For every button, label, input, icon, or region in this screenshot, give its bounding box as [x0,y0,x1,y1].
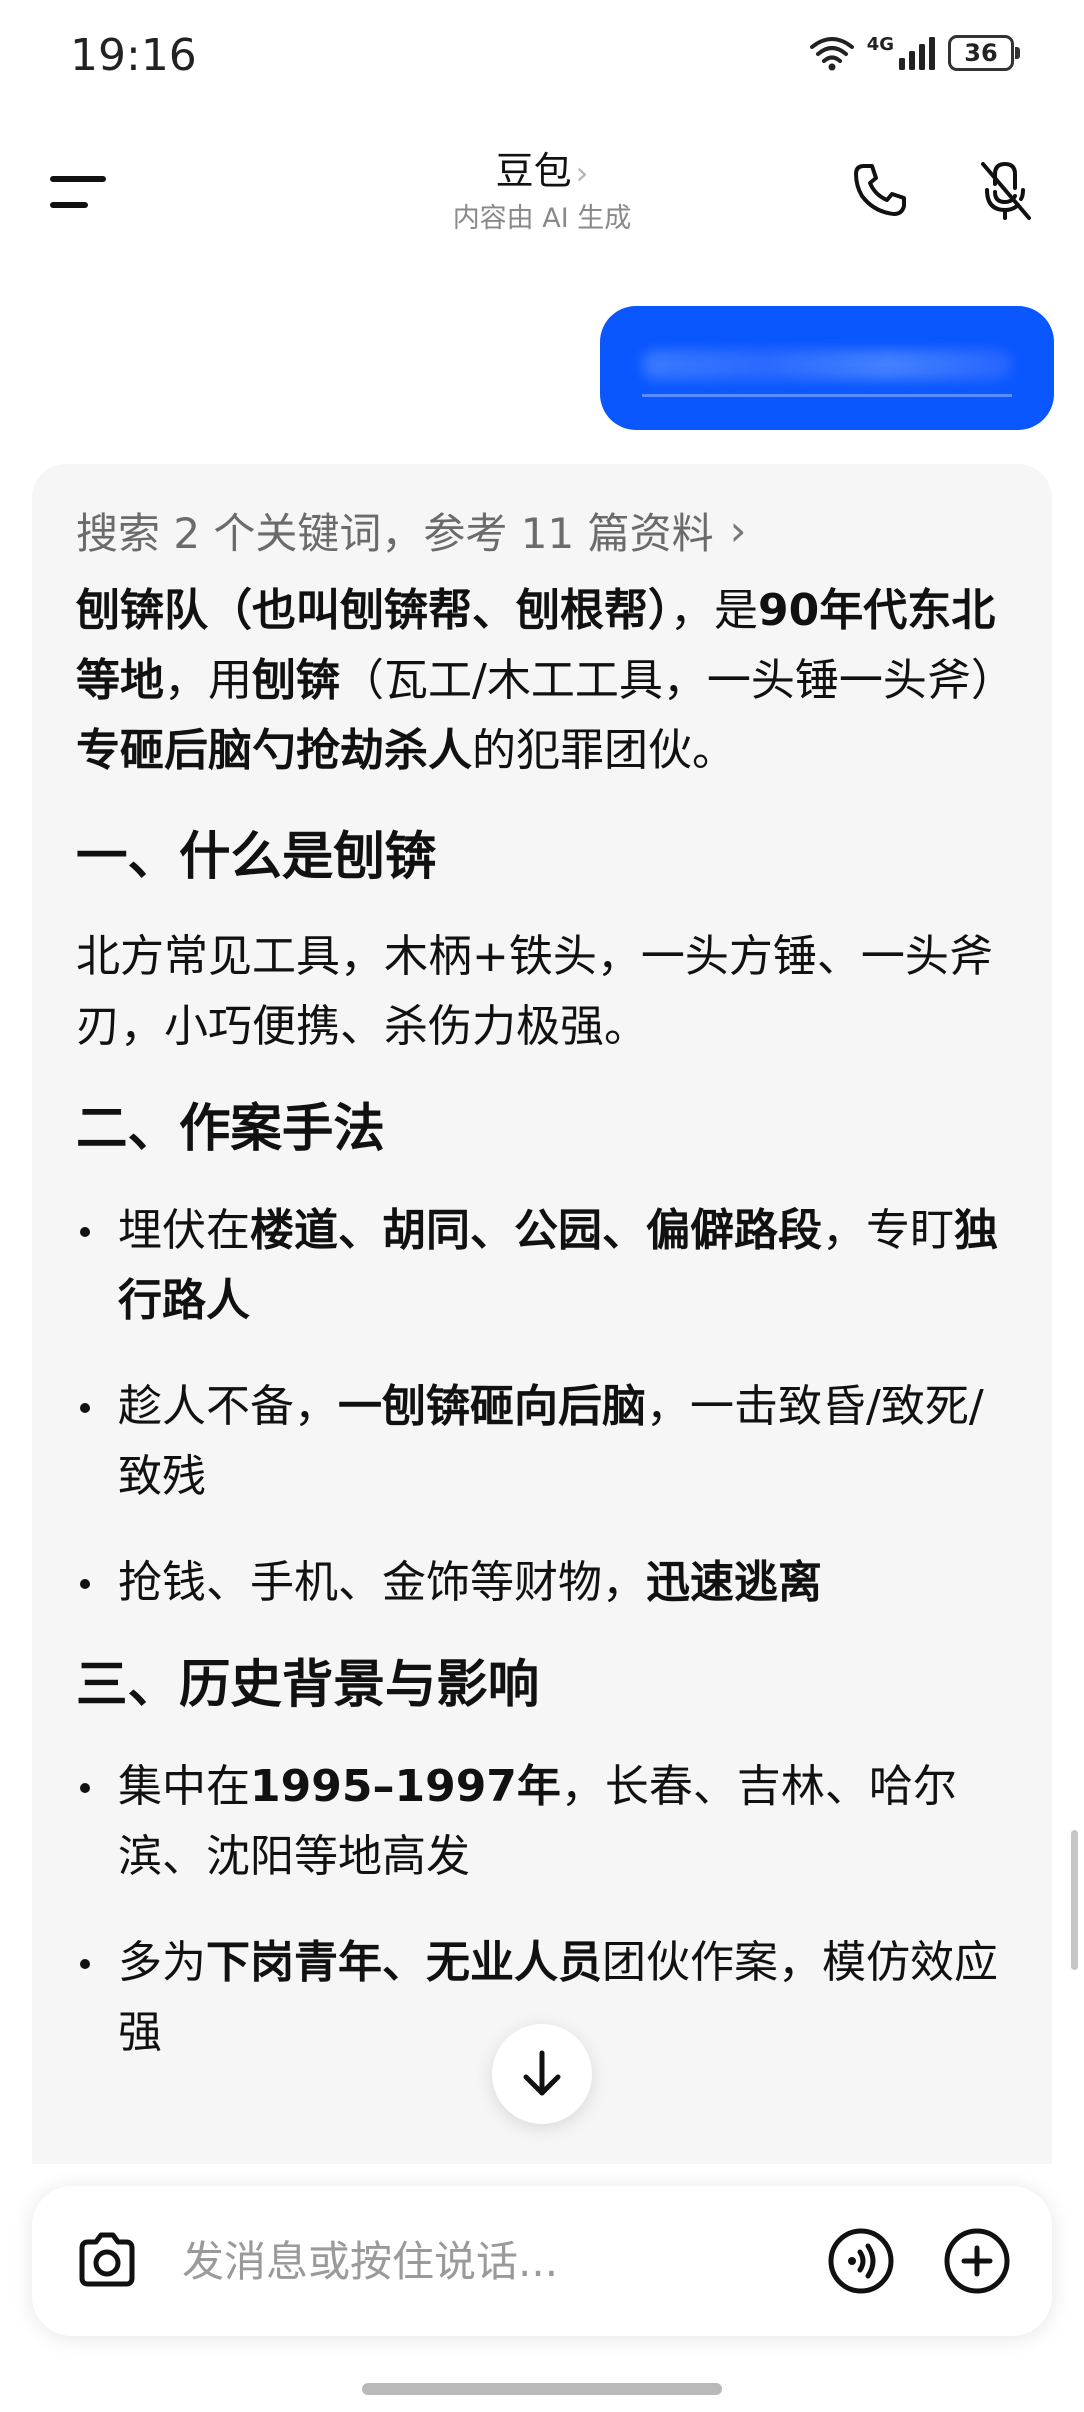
scroll-to-bottom-button[interactable] [492,2024,592,2124]
signal-icon [899,37,935,70]
chevron-right-icon: › [575,154,589,192]
list-item: 抢钱、手机、金饰等财物，迅速逃离 [76,1548,1022,1618]
battery-icon: 36 [948,35,1020,71]
rich-segment: 的犯罪团伙。 [472,725,736,776]
assistant-answer-card: 搜索 2 个关键词，参考 11 篇资料 › 刨锛队（也叫刨锛帮、刨根帮），是90… [32,464,1052,2164]
section-heading: 二、作案手法 [76,1099,385,1159]
section-paragraph: 北方常见工具，木柄+铁头，一头方锤、一头斧刃，小巧便携、杀伤力极强。 [76,931,993,1052]
rich-segment: ，是 [670,585,758,636]
scrollbar[interactable] [1071,1830,1078,1970]
section-heading: 三、历史背景与影响 [76,1655,540,1715]
rich-segment: 1995–1997年 [250,1761,561,1812]
search-summary-text: 搜索 2 个关键词，参考 11 篇资料 [76,509,714,558]
voice-call-icon[interactable] [826,2226,896,2296]
plus-icon[interactable] [942,2226,1012,2296]
rich-segment: 迅速逃离 [646,1557,822,1608]
rich-segment: 趁人不备， [118,1381,338,1432]
intro-paragraph: 刨锛队（也叫刨锛帮、刨根帮），是90年代东北等地，用刨锛（瓦工/木工工具，一头锤… [76,576,1022,786]
list-item: 埋伏在楼道、胡同、公园、偏僻路段，专盯独行路人 [76,1196,1022,1336]
bullet-list: 集中在1995–1997年，长春、吉林、哈尔滨、沈阳等地高发 多为下岗青年、无业… [76,1752,1022,2068]
list-item: 集中在1995–1997年，长春、吉林、哈尔滨、沈阳等地高发 [76,1752,1022,1892]
rich-segment: 下岗青年、无业人员 [206,1937,602,1988]
rich-segment: ，专盯 [822,1205,954,1256]
user-message-underline [642,394,1012,397]
network-type-label: 4G [866,33,894,55]
list-item: 趁人不备，一刨锛砸向后脑，一击致昏/致死/致残 [76,1372,1022,1512]
rich-segment: ，用 [164,655,252,706]
chat-title[interactable]: 豆包 › [0,140,1084,195]
rich-segment: 楼道、胡同、公园、偏僻路段 [250,1205,822,1256]
home-indicator[interactable] [362,2383,722,2395]
battery-level: 36 [964,39,998,67]
rich-segment: 抢钱、手机、金饰等财物， [118,1557,646,1608]
rich-segment: 埋伏在 [118,1205,250,1256]
status-bar: 19:16 4G 36 [0,0,1084,110]
user-message-bubble[interactable] [600,306,1054,430]
bullet-list: 埋伏在楼道、胡同、公园、偏僻路段，专盯独行路人 趁人不备，一刨锛砸向后脑，一击致… [76,1196,1022,1618]
section-heading: 一、什么是刨锛 [76,827,437,887]
search-summary[interactable]: 搜索 2 个关键词，参考 11 篇资料 › [76,500,746,561]
ai-generated-notice: 内容由 AI 生成 [452,203,632,234]
chat-title-text: 豆包 [495,149,572,193]
rich-segment: 集中在 [118,1761,250,1812]
phone-icon[interactable] [850,160,910,220]
answer-content: 刨锛队（也叫刨锛帮、刨根帮），是90年代东北等地，用刨锛（瓦工/木工工具，一头锤… [76,576,1022,2068]
rich-segment: 刨锛队（也叫刨锛帮、刨根帮） [76,585,670,636]
rich-segment: 专砸后脑勺抢劫杀人 [76,725,472,776]
mute-microphone-icon[interactable] [975,158,1035,222]
camera-icon[interactable] [72,2226,142,2296]
status-time: 19:16 [70,30,197,81]
rich-segment: （瓦工/木工工具，一头锤一头斧） [340,655,1015,706]
status-icons: 4G 36 [809,30,1020,76]
arrow-down-icon [523,2050,561,2096]
chat-header: 豆包 › 内容由 AI 生成 [0,130,1084,260]
message-input-bar [32,2186,1052,2336]
rich-segment: 刨锛 [252,655,340,706]
rich-segment: 一刨锛砸向后脑 [338,1381,646,1432]
wifi-icon [809,37,854,71]
chevron-right-icon: › [729,506,747,555]
message-input[interactable] [182,2226,802,2296]
user-message-text-obscured [642,350,1012,380]
rich-segment: 多为 [118,1937,206,1988]
